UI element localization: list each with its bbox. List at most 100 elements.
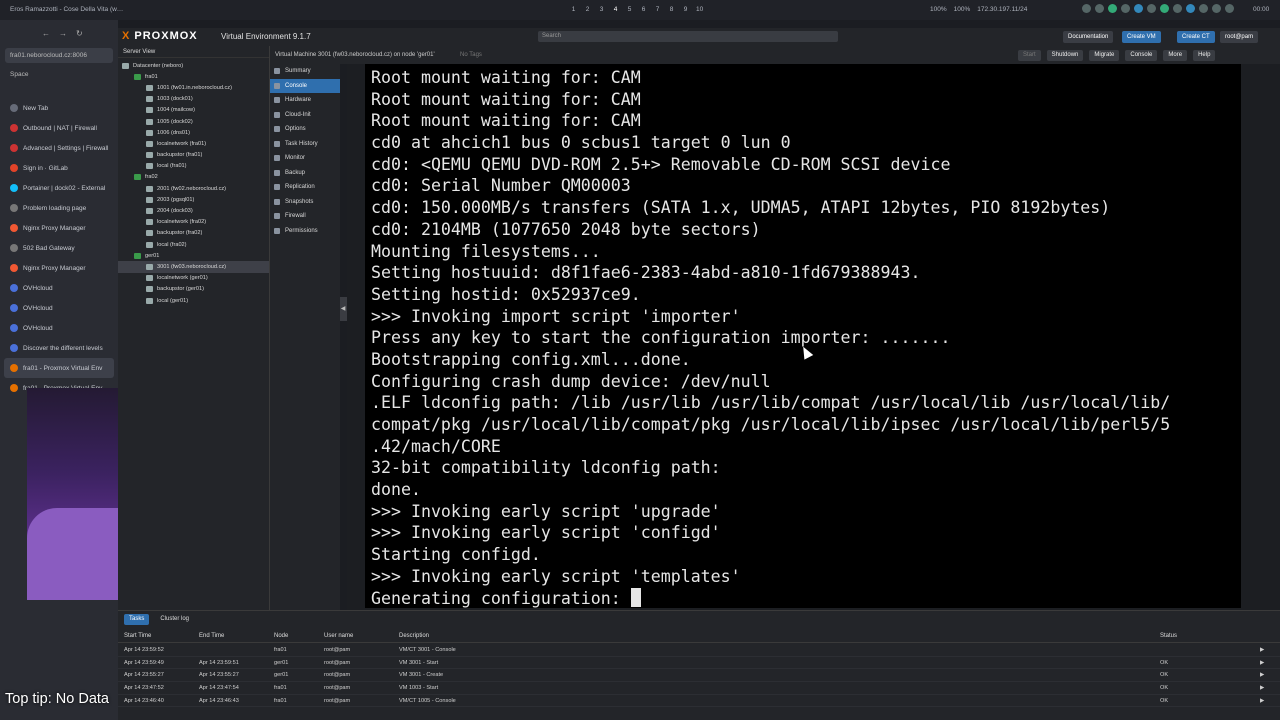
tree-node[interactable]: backupstor (fra02) bbox=[118, 228, 269, 239]
back-arrow-icon[interactable]: ← bbox=[42, 29, 50, 38]
tree-node[interactable]: 1003 (dock01) bbox=[118, 94, 269, 105]
workspace-1[interactable]: 1 bbox=[570, 6, 577, 13]
vm-nav-backup[interactable]: Backup bbox=[270, 166, 340, 181]
tray-icon[interactable] bbox=[1121, 4, 1130, 13]
start-button[interactable]: Start bbox=[1018, 50, 1041, 61]
search-input[interactable]: Search bbox=[538, 31, 838, 42]
tree-node[interactable]: localnetwork (fra01) bbox=[118, 138, 269, 149]
tray-icon[interactable] bbox=[1108, 4, 1117, 13]
vm-nav-task-history[interactable]: Task History bbox=[270, 137, 340, 152]
workspace-8[interactable]: 8 bbox=[668, 6, 675, 13]
tree-node[interactable]: backupstor (fra01) bbox=[118, 150, 269, 161]
tray-icon[interactable] bbox=[1173, 4, 1182, 13]
tree-node[interactable]: 1001 (fw01.in.neborocloud.cz) bbox=[118, 82, 269, 93]
browser-tab[interactable]: 502 Bad Gateway bbox=[4, 238, 114, 258]
help-button[interactable]: Help bbox=[1193, 50, 1216, 61]
tree-node[interactable]: localnetwork (fra02) bbox=[118, 217, 269, 228]
no-tags-label[interactable]: No Tags bbox=[460, 52, 482, 58]
column-header[interactable]: User name bbox=[324, 633, 353, 639]
tree-node[interactable]: local (fra01) bbox=[118, 161, 269, 172]
tree-node[interactable]: 1005 (dock02) bbox=[118, 116, 269, 127]
browser-tab[interactable]: OVHcloud bbox=[4, 298, 114, 318]
tree-node[interactable]: 2001 (fw02.neborocloud.cz) bbox=[118, 183, 269, 194]
url-bar[interactable]: fra01.neborocloud.cz:8006 bbox=[5, 48, 113, 63]
tree-node[interactable]: localnetwork (ger01) bbox=[118, 273, 269, 284]
vm-nav-hardware[interactable]: Hardware bbox=[270, 93, 340, 108]
vm-nav-summary[interactable]: Summary bbox=[270, 64, 340, 79]
vm-console-screen[interactable]: Root mount waiting for: CAM Root mount wa… bbox=[365, 64, 1241, 608]
browser-tab[interactable]: Discover the different levels bbox=[4, 338, 114, 358]
workspace-6[interactable]: 6 bbox=[640, 6, 647, 13]
more-button[interactable]: More bbox=[1163, 50, 1188, 61]
table-row[interactable]: Apr 14 23:46:40 Apr 14 23:46:43 fra01 root@… bbox=[118, 695, 1280, 708]
workspace-4[interactable]: 4 bbox=[612, 6, 619, 13]
tree-node[interactable]: 3001 (fw03.neborocloud.cz) bbox=[118, 261, 269, 273]
shutdown-button[interactable]: Shutdown bbox=[1046, 50, 1084, 61]
chevron-right-icon[interactable]: ▶ bbox=[1260, 647, 1264, 653]
browser-tab[interactable]: OVHcloud bbox=[4, 278, 114, 298]
workspace-3[interactable]: 3 bbox=[598, 6, 605, 13]
tray-icon[interactable] bbox=[1225, 4, 1234, 13]
tree-node[interactable]: fra02 bbox=[118, 172, 269, 183]
tray-icon[interactable] bbox=[1095, 4, 1104, 13]
tree-node[interactable]: fra01 bbox=[118, 71, 269, 82]
tree-node[interactable]: local (ger01) bbox=[118, 295, 269, 306]
chevron-right-icon[interactable]: ▶ bbox=[1260, 685, 1264, 691]
browser-tab[interactable]: Portainer | dock02 - External bbox=[4, 178, 114, 198]
vm-nav-options[interactable]: Options bbox=[270, 122, 340, 137]
vm-nav-firewall[interactable]: Firewall bbox=[270, 209, 340, 224]
table-row[interactable]: Apr 14 23:59:52 fra01 root@pam VM/CT 3001 -… bbox=[118, 644, 1280, 657]
workspace-5[interactable]: 5 bbox=[626, 6, 633, 13]
tree-node[interactable]: 2004 (dock03) bbox=[118, 205, 269, 216]
column-header[interactable]: Start Time bbox=[124, 633, 151, 639]
tree-node[interactable]: 1006 (dns01) bbox=[118, 127, 269, 138]
workspace-7[interactable]: 7 bbox=[654, 6, 661, 13]
create-vm-button[interactable]: Create VM bbox=[1122, 31, 1161, 43]
tree-node[interactable]: 2003 (pgsql01) bbox=[118, 194, 269, 205]
tray-icon[interactable] bbox=[1082, 4, 1091, 13]
tray-icon[interactable] bbox=[1212, 4, 1221, 13]
browser-tab[interactable]: OVHcloud bbox=[4, 318, 114, 338]
browser-tab[interactable]: Nginx Proxy Manager bbox=[4, 218, 114, 238]
reload-icon[interactable]: ↻ bbox=[76, 29, 83, 38]
browser-tab[interactable]: Advanced | Settings | Firewall bbox=[4, 138, 114, 158]
server-view-selector[interactable]: Server View bbox=[118, 46, 269, 58]
vm-nav-cloud-init[interactable]: Cloud-Init bbox=[270, 108, 340, 123]
browser-tab[interactable]: New Tab bbox=[4, 98, 114, 118]
tree-node[interactable]: 1004 (mailcow) bbox=[118, 105, 269, 116]
workspace-9[interactable]: 9 bbox=[682, 6, 689, 13]
tree-node[interactable]: backupstor (ger01) bbox=[118, 284, 269, 295]
tray-icon[interactable] bbox=[1147, 4, 1156, 13]
table-row[interactable]: Apr 14 23:55:27 Apr 14 23:55:27 ger01 root@… bbox=[118, 669, 1280, 683]
tab-tasks[interactable]: Tasks bbox=[124, 614, 150, 625]
collapse-handle[interactable]: ◀ bbox=[339, 297, 347, 321]
create-ct-button[interactable]: Create CT bbox=[1177, 31, 1215, 43]
browser-tab[interactable]: Nginx Proxy Manager bbox=[4, 258, 114, 278]
tree-node[interactable]: Datacenter (neboro) bbox=[118, 60, 269, 71]
documentation-button[interactable]: Documentation bbox=[1063, 31, 1114, 43]
vm-nav-snapshots[interactable]: Snapshots bbox=[270, 195, 340, 210]
table-row[interactable]: Apr 14 23:59:49 Apr 14 23:59:51 ger01 root@… bbox=[118, 657, 1280, 670]
workspace-10[interactable]: 10 bbox=[696, 6, 703, 13]
browser-tab[interactable]: Problem loading page bbox=[4, 198, 114, 218]
browser-tab[interactable]: Sign in · GitLab bbox=[4, 158, 114, 178]
table-row[interactable]: Apr 14 23:47:52 Apr 14 23:47:54 fra01 root@… bbox=[118, 682, 1280, 695]
chevron-right-icon[interactable]: ▶ bbox=[1260, 698, 1264, 704]
browser-tab[interactable]: fra01 - Proxmox Virtual Env bbox=[4, 358, 114, 378]
tree-node[interactable]: ger01 bbox=[118, 250, 269, 261]
vm-nav-replication[interactable]: Replication bbox=[270, 180, 340, 195]
tray-icon[interactable] bbox=[1186, 4, 1195, 13]
user-menu-button[interactable]: root@pam bbox=[1220, 31, 1259, 43]
chevron-right-icon[interactable]: ▶ bbox=[1260, 672, 1264, 678]
vm-nav-monitor[interactable]: Monitor bbox=[270, 151, 340, 166]
column-header[interactable]: Description bbox=[399, 633, 429, 639]
tree-node[interactable]: local (fra02) bbox=[118, 239, 269, 250]
column-header[interactable]: Node bbox=[274, 633, 288, 639]
migrate-button[interactable]: Migrate bbox=[1089, 50, 1120, 61]
tray-icon[interactable] bbox=[1199, 4, 1208, 13]
tab-cluster-log[interactable]: Cluster log bbox=[155, 614, 194, 625]
console-button[interactable]: Console bbox=[1125, 50, 1158, 61]
workspace-2[interactable]: 2 bbox=[584, 6, 591, 13]
vm-nav-console[interactable]: Console bbox=[270, 78, 340, 93]
tray-icon[interactable] bbox=[1160, 4, 1169, 13]
